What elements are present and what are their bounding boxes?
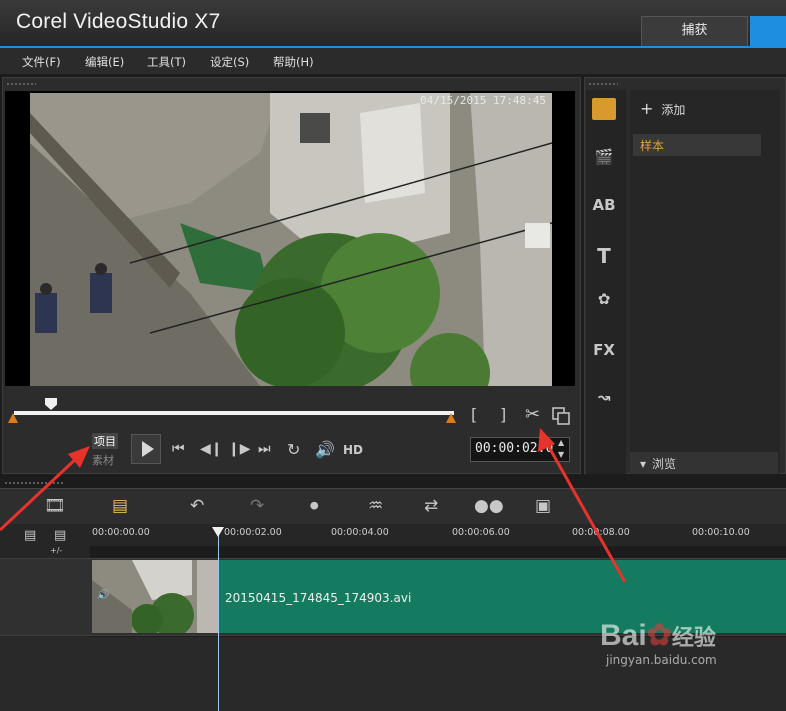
watermark-url: jingyan.baidu.com — [606, 653, 717, 667]
watermark-brand: Bai — [600, 619, 647, 652]
annotation-arrows — [0, 428, 627, 583]
watermark: Bai✿经验 jingyan.baidu.com — [600, 618, 717, 667]
paw-icon: ✿ — [646, 619, 672, 652]
watermark-brand-cn: 经验 — [671, 625, 716, 650]
